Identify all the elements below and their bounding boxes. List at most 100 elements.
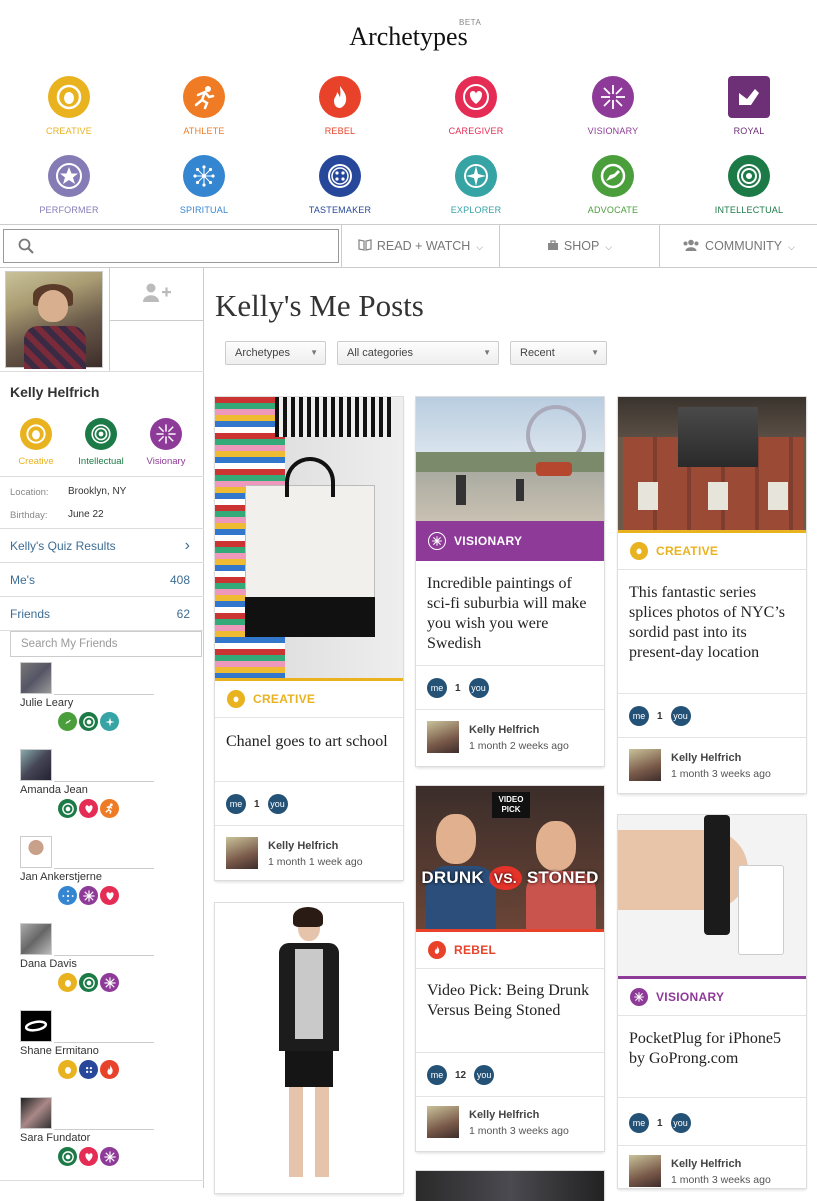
list-item[interactable]: Amanda Jean — [20, 749, 154, 836]
me-button[interactable]: me — [226, 794, 246, 814]
category-filter-select[interactable]: All categories ▼ — [337, 341, 499, 365]
post-image[interactable] — [416, 1171, 604, 1201]
post-category[interactable]: CREATIVE — [215, 681, 403, 717]
avatar[interactable] — [427, 1106, 459, 1138]
archetype-athlete[interactable]: ATHLETE — [144, 76, 264, 136]
visionary-icon — [100, 973, 119, 992]
chevron-down-icon: ⌵ — [476, 242, 484, 252]
avatar[interactable] — [20, 749, 52, 781]
you-button[interactable]: you — [468, 678, 489, 698]
me-button[interactable]: me — [629, 706, 649, 726]
post-title[interactable]: Video Pick: Being Drunk Versus Being Sto… — [427, 981, 595, 1021]
avatar[interactable] — [226, 837, 258, 869]
list-item[interactable]: Sara Fundator — [20, 1097, 154, 1184]
you-button[interactable]: you — [474, 1065, 495, 1085]
list-item[interactable]: Jan Ankerstjerne — [20, 836, 154, 923]
site-logo[interactable]: Archetypes — [0, 22, 817, 52]
post-card[interactable]: VIDEO PICK DRUNK VS. STONED REBEL Video … — [416, 786, 604, 1151]
nav-community[interactable]: COMMUNITY ⌵ — [659, 225, 817, 267]
site-search-input[interactable] — [3, 229, 339, 263]
list-item[interactable]: Julie Leary — [20, 662, 154, 749]
friend-name[interactable]: Dana Davis — [20, 958, 77, 970]
avatar[interactable] — [20, 1097, 52, 1129]
filter-label: Recent — [520, 347, 555, 359]
add-friend-button[interactable] — [109, 268, 204, 321]
avatar[interactable] — [427, 721, 459, 753]
vote-count: 1 — [455, 682, 461, 694]
post-card[interactable]: VISIONARY Incredible paintings of sci-fi… — [416, 397, 604, 766]
post-title[interactable]: This fantastic series splices photos of … — [629, 583, 799, 663]
archetype-caregiver[interactable]: CAREGIVER — [416, 76, 536, 136]
post-title[interactable]: PocketPlug for iPhone5 by GoProng.com — [629, 1029, 789, 1069]
sort-filter-select[interactable]: Recent ▼ — [510, 341, 607, 365]
post-votes: me 1 you — [427, 678, 489, 698]
archetype-performer[interactable]: PERFORMER — [9, 155, 129, 215]
you-button[interactable]: you — [267, 794, 288, 814]
list-item[interactable]: Shane Ermitano — [20, 1010, 154, 1097]
post-category[interactable]: CREATIVE — [618, 533, 806, 569]
me-button[interactable]: me — [427, 678, 447, 698]
filter-label: All categories — [347, 347, 414, 359]
you-button[interactable]: you — [670, 1113, 691, 1133]
friend-archetypes — [58, 886, 119, 906]
archetype-royal[interactable]: ROYAL — [689, 76, 809, 136]
archetype-advocate[interactable]: ADVOCATE — [553, 155, 673, 215]
post-category[interactable]: REBEL — [416, 932, 604, 968]
list-item[interactable]: Dana Davis — [20, 923, 154, 1010]
post-image[interactable] — [215, 397, 403, 678]
friend-name[interactable]: Julie Leary — [20, 697, 73, 709]
friend-name[interactable]: Amanda Jean — [20, 784, 88, 796]
bag-icon — [547, 226, 559, 268]
avatar[interactable] — [629, 749, 661, 781]
avatar[interactable] — [629, 1155, 661, 1187]
friend-name[interactable]: Shane Ermitano — [20, 1045, 99, 1057]
post-image[interactable] — [618, 815, 806, 976]
post-image[interactable]: VIDEO PICK DRUNK VS. STONED — [416, 786, 604, 929]
post-title[interactable]: Incredible paintings of sci-fi suburbia … — [427, 574, 595, 654]
friend-name[interactable]: Jan Ankerstjerne — [20, 871, 102, 883]
nav-read-watch[interactable]: READ + WATCH ⌵ — [341, 225, 499, 267]
archetype-visionary[interactable]: VISIONARY — [553, 76, 673, 136]
profile-archetype-creative[interactable]: Creative — [6, 418, 66, 467]
profile-archetype-visionary[interactable]: Visionary — [136, 418, 196, 467]
avatar[interactable] — [20, 923, 52, 955]
nav-shop[interactable]: SHOP ⌵ — [499, 225, 659, 267]
friend-name[interactable]: Sara Fundator — [20, 1132, 90, 1144]
archetypes-filter-select[interactable]: Archetypes ▼ — [225, 341, 326, 365]
post-image[interactable] — [215, 903, 403, 1193]
avatar[interactable] — [20, 836, 52, 868]
post-category[interactable]: VISIONARY — [618, 979, 806, 1015]
archetype-label: ROYAL — [733, 126, 765, 136]
profile-box-blank — [109, 321, 204, 371]
vote-count: 12 — [455, 1069, 467, 1081]
post-card[interactable]: CREATIVE Chanel goes to art school me 1 yo… — [215, 397, 403, 880]
post-card[interactable]: VISIONARY PocketPlug for iPhone5 by GoPr… — [618, 815, 806, 1188]
archetype-explorer[interactable]: EXPLORER — [416, 155, 536, 215]
friends-link[interactable]: Friends 62 — [0, 596, 204, 630]
visionary-icon — [428, 532, 446, 550]
archetype-rebel[interactable]: REBEL — [280, 76, 400, 136]
post-card[interactable] — [215, 903, 403, 1193]
mes-link[interactable]: Me's 408 — [0, 562, 204, 596]
avatar[interactable] — [5, 271, 103, 369]
me-button[interactable]: me — [629, 1113, 649, 1133]
archetype-spiritual[interactable]: SPIRITUAL — [144, 155, 264, 215]
post-title[interactable]: Chanel goes to art school — [226, 732, 388, 752]
quiz-results-link[interactable]: Kelly's Quiz Results › — [0, 528, 204, 562]
avatar[interactable] — [20, 1010, 52, 1042]
avatar[interactable] — [20, 662, 52, 694]
post-category[interactable]: VISIONARY — [416, 521, 604, 561]
archetype-intellectual[interactable]: INTELLECTUAL — [689, 155, 809, 215]
friend-search-input[interactable]: Search My Friends — [10, 631, 202, 657]
archetype-tastemaker[interactable]: TASTEMAKER — [280, 155, 400, 215]
spiritual-icon — [183, 155, 225, 197]
visionary-icon — [630, 988, 648, 1006]
post-image[interactable] — [618, 397, 806, 530]
post-card[interactable] — [416, 1171, 604, 1201]
me-button[interactable]: me — [427, 1065, 447, 1085]
post-image[interactable] — [416, 397, 604, 521]
you-button[interactable]: you — [670, 706, 691, 726]
post-card[interactable]: CREATIVE This fantastic series splices p… — [618, 397, 806, 793]
archetype-creative[interactable]: CREATIVE — [9, 76, 129, 136]
profile-archetype-intellectual[interactable]: Intellectual — [71, 418, 131, 467]
